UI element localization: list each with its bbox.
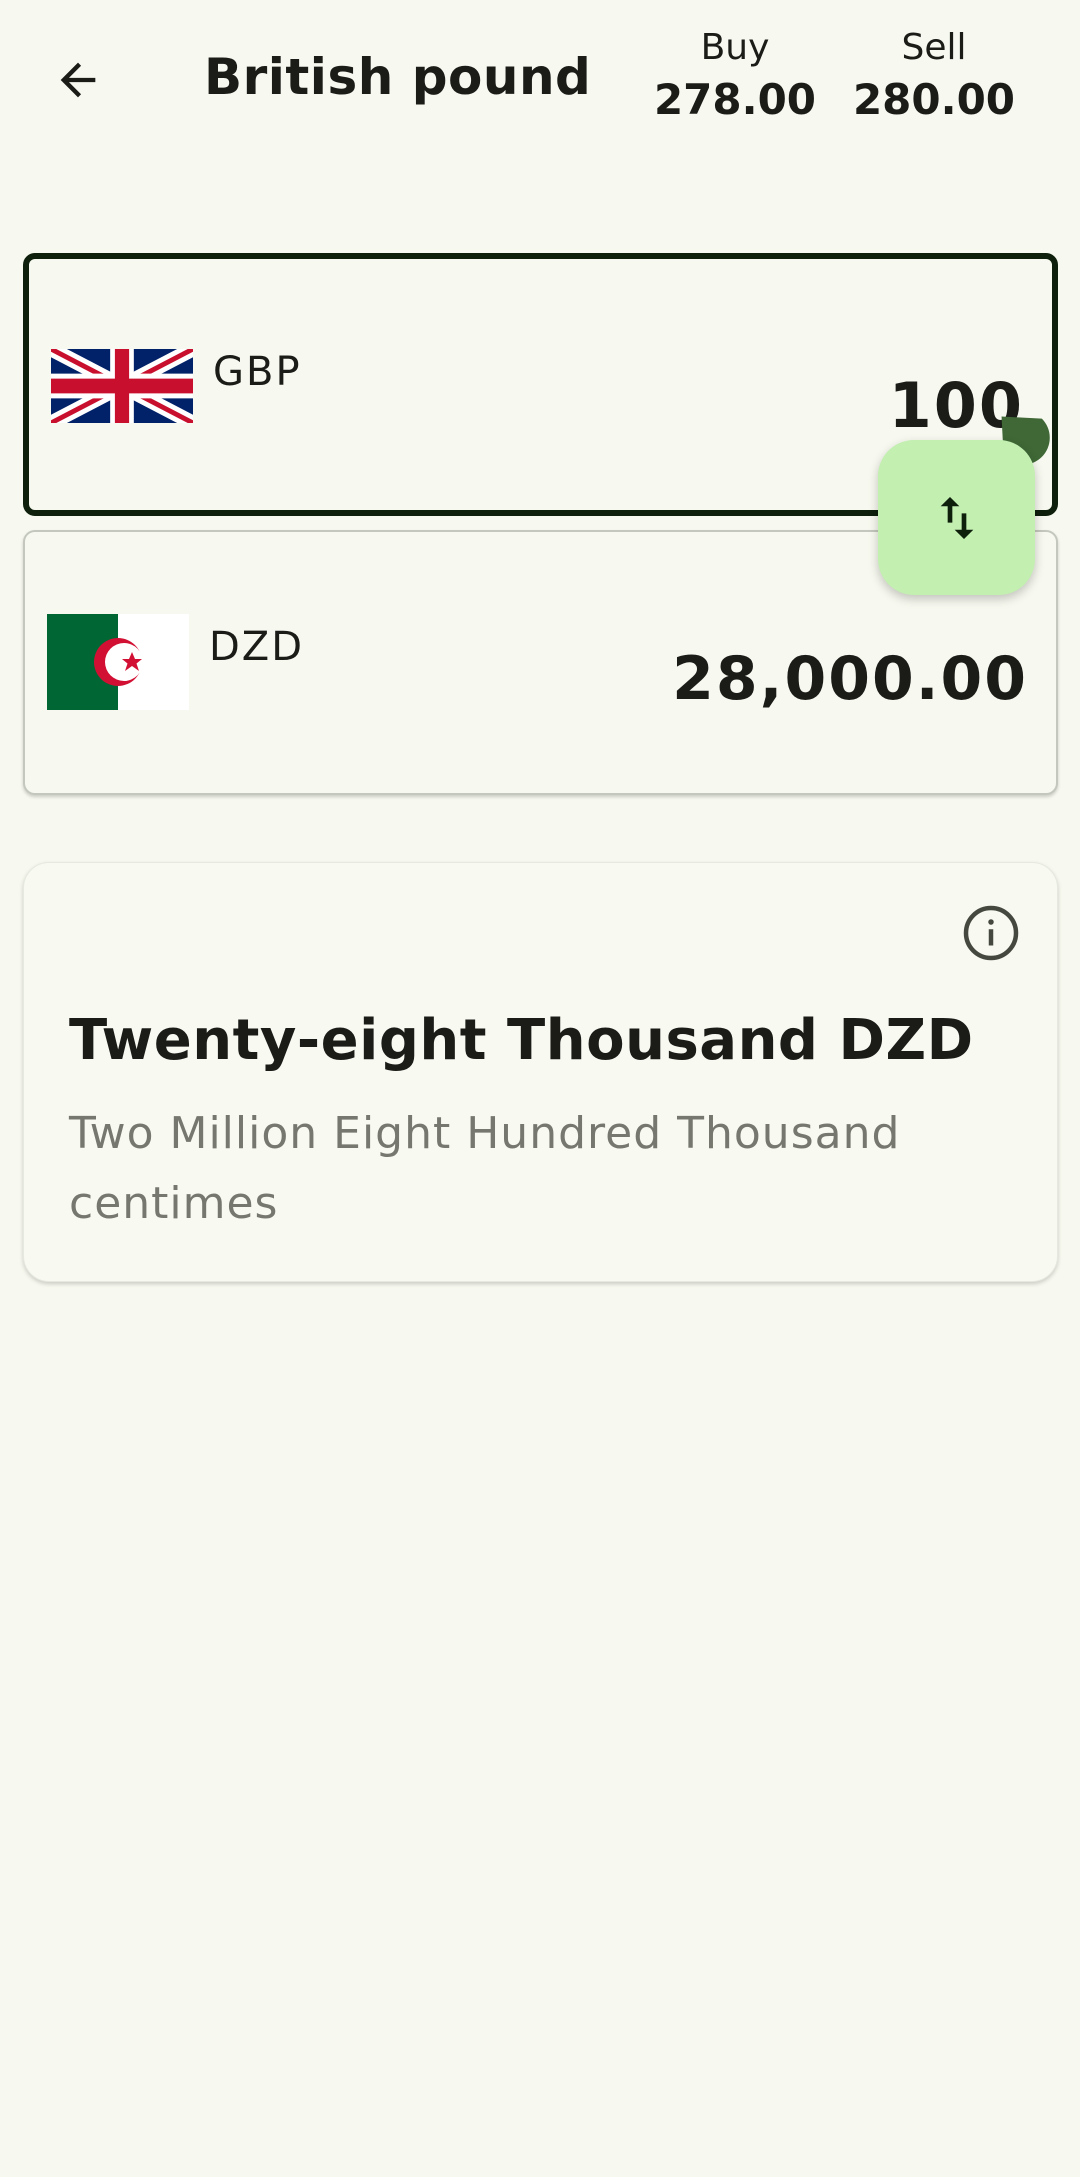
buy-value: 278.00 (653, 75, 817, 124)
sell-rate: Sell 280.00 (848, 26, 1020, 128)
to-amount-value: 28,000.00 (672, 644, 1028, 714)
info-icon (963, 905, 1019, 961)
top-app-bar: British pound Buy 278.00 Sell 280.00 (0, 0, 1080, 170)
uk-flag-icon[interactable] (51, 349, 193, 423)
page-title: British pound (204, 48, 592, 106)
to-currency-code[interactable]: DZD (209, 624, 304, 670)
amount-in-words: Twenty-eight Thousand DZD (69, 1008, 974, 1073)
from-currency-code[interactable]: GBP (213, 349, 302, 395)
back-button[interactable] (38, 40, 118, 120)
converter-screen: British pound Buy 278.00 Sell 280.00 GBP… (0, 0, 1080, 2177)
buy-rate: Buy 278.00 (650, 26, 820, 128)
subunit-in-words: Two Million Eight Hundred Thousand centi… (69, 1108, 901, 1229)
amount-in-words-card: Twenty-eight Thousand DZD Two Million Ei… (23, 862, 1058, 1282)
buy-label: Buy (700, 27, 770, 68)
info-button[interactable] (955, 897, 1027, 969)
arrow-back-icon (60, 62, 96, 98)
swap-currencies-button[interactable] (878, 440, 1035, 595)
algeria-flag-icon[interactable] (47, 614, 189, 710)
sell-label: Sell (901, 27, 967, 68)
sell-value: 280.00 (852, 75, 1016, 124)
swap-vert-icon (940, 496, 973, 539)
